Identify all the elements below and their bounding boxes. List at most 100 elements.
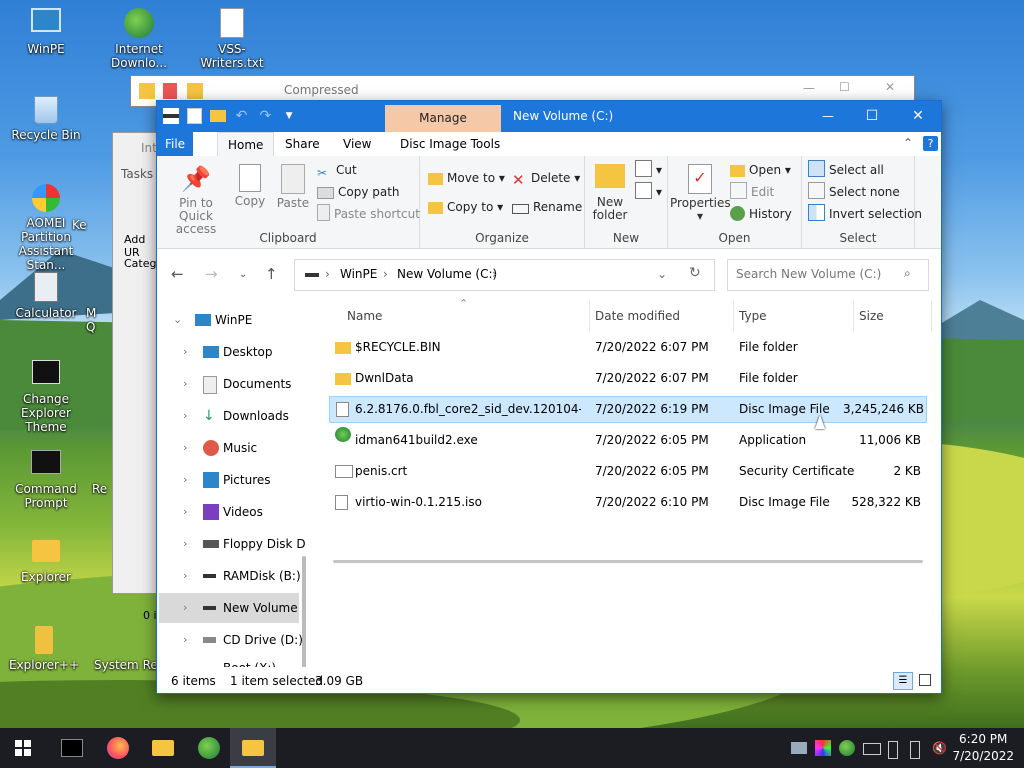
desktop-icon-command-prompt[interactable]: Command Prompt — [6, 450, 86, 510]
recent-locations-button[interactable]: ⌄ — [239, 269, 247, 280]
history-button[interactable]: History — [730, 204, 792, 224]
title-bar[interactable]: ↶ ↷ ▼ Manage New Volume (C:) — ☐ ✕ — [157, 101, 941, 132]
up-button[interactable]: ↑ — [265, 265, 278, 283]
file-row[interactable]: penis.crt 7/20/2022 6:05 PM Security Cer… — [329, 458, 927, 485]
move-to-button[interactable]: Move to ▾ — [428, 168, 505, 188]
column-name[interactable]: Name — [347, 309, 382, 323]
nav-item-pictures[interactable]: › Pictures — [157, 465, 307, 495]
select-none-button[interactable]: Select none — [808, 182, 900, 202]
chevron-right-icon[interactable]: › — [183, 465, 187, 495]
volume-muted-icon[interactable]: 🔇 — [932, 740, 948, 756]
desktop-icon-recycle-bin[interactable]: Recycle Bin — [6, 96, 86, 142]
file-row[interactable]: virtio-win-0.1.215.iso 7/20/2022 6:10 PM… — [329, 489, 927, 516]
tab-share[interactable]: Share — [275, 132, 330, 156]
nav-item-floppy[interactable]: › Floppy Disk D — [157, 529, 307, 559]
select-all-button[interactable]: Select all — [808, 160, 884, 180]
maximize-button[interactable]: ☐ — [849, 101, 895, 132]
delete-button[interactable]: ✕ Delete ▾ — [512, 168, 580, 188]
open-button[interactable]: Open ▾ — [730, 160, 791, 180]
nav-item-ramdisk[interactable]: › RAMDisk (B:) — [157, 561, 307, 591]
search-box[interactable]: Search New Volume (C:) ⌕ — [727, 259, 929, 291]
cut-button[interactable]: ✂ Cut — [317, 160, 357, 180]
chevron-right-icon[interactable]: › — [183, 625, 187, 655]
explorer-window[interactable]: ↶ ↷ ▼ Manage New Volume (C:) — ☐ ✕ File … — [156, 100, 942, 694]
tab-disc-image-tools[interactable]: Disc Image Tools — [390, 132, 510, 156]
taskbar-firefox[interactable] — [94, 728, 140, 768]
refresh-button[interactable]: ↻ — [689, 265, 701, 281]
desktop-icon-partial[interactable]: M Q — [86, 306, 112, 334]
desktop-icon-winpe[interactable]: WinPE — [6, 8, 86, 56]
new-folder-button[interactable]: New folder — [591, 164, 629, 222]
chevron-right-icon[interactable]: › — [183, 497, 187, 527]
phone-icon[interactable] — [910, 741, 920, 759]
copy-to-button[interactable]: Copy to ▾ — [428, 197, 503, 217]
taskbar-internet-download[interactable] — [186, 728, 232, 768]
color-icon[interactable] — [815, 740, 831, 756]
breadcrumb-new-volume[interactable]: New Volume (C:) — [397, 267, 497, 281]
start-button[interactable] — [0, 728, 46, 768]
nav-item-new-volume[interactable]: › New Volume ( — [159, 593, 299, 623]
idm-tray-icon[interactable] — [839, 740, 855, 756]
address-bar[interactable]: › WinPE › New Volume (C:) › ⌄ ↻ — [294, 259, 715, 291]
desktop-icon-partial[interactable]: Ke — [72, 218, 112, 232]
column-date[interactable]: Date modified — [595, 309, 680, 323]
desktop-icon-change-theme[interactable]: Change Explorer Theme — [0, 360, 92, 434]
desktop-icon-explorer-plus[interactable]: Explorer++ — [4, 626, 84, 672]
taskbar-explorer[interactable] — [140, 728, 186, 768]
nav-item-documents[interactable]: › Documents — [157, 369, 307, 399]
chevron-down-icon[interactable]: ⌄ — [173, 305, 182, 335]
taskbar-explorer-active[interactable] — [230, 728, 276, 768]
easy-access-button[interactable]: ▾ — [635, 182, 662, 202]
horizontal-scrollbar[interactable] — [333, 560, 923, 563]
chevron-down-icon[interactable]: ⌄ — [657, 267, 667, 281]
nav-scrollbar[interactable] — [302, 556, 306, 667]
edit-button[interactable]: Edit — [730, 182, 774, 202]
chevron-down-icon[interactable]: ▼ — [281, 108, 297, 124]
close-button[interactable]: ✕ — [885, 80, 895, 94]
invert-selection-button[interactable]: Invert selection — [808, 204, 922, 224]
chevron-right-icon[interactable]: › — [183, 561, 187, 591]
new-item-button[interactable]: ▾ — [635, 160, 662, 180]
minimize-button[interactable]: — — [805, 101, 851, 132]
nav-item-cd-drive[interactable]: › CD Drive (D:) — [157, 625, 307, 655]
back-button[interactable]: ← — [171, 265, 184, 283]
tab-file[interactable]: File — [157, 132, 193, 156]
large-icons-view-button[interactable] — [919, 674, 931, 686]
new-folder-icon[interactable] — [209, 110, 226, 122]
nav-item-desktop[interactable]: › Desktop — [157, 337, 307, 367]
network-icon[interactable] — [791, 742, 807, 754]
file-row[interactable]: DwnlData 7/20/2022 6:07 PM File folder — [329, 365, 927, 392]
clock[interactable]: 6:20 PM 7/20/2022 — [952, 731, 1014, 765]
copy-path-button[interactable]: Copy path — [317, 182, 400, 202]
chevron-right-icon[interactable]: › — [183, 401, 187, 431]
paste-shortcut-button[interactable]: Paste shortcut — [317, 204, 420, 224]
undo-icon[interactable]: ↶ — [233, 108, 249, 124]
desktop-icon-calculator[interactable]: Calculator — [6, 272, 86, 320]
tab-view[interactable]: View — [333, 132, 381, 156]
nav-item-boot[interactable]: Boot (X:) — [157, 653, 307, 667]
properties-button[interactable]: ✓ Properties ▾ — [670, 164, 731, 223]
breadcrumb-winpe[interactable]: WinPE — [340, 267, 377, 281]
chevron-right-icon[interactable]: › — [183, 433, 187, 463]
chevron-right-icon[interactable]: › — [183, 369, 187, 399]
nav-item-winpe[interactable]: ⌄ WinPE — [157, 305, 307, 335]
column-size[interactable]: Size — [859, 309, 884, 323]
help-icon[interactable]: ? — [923, 136, 938, 151]
pin-to-quick-access-button[interactable]: 📌 Pin to Quick access — [161, 164, 231, 236]
file-row[interactable]: idman641build2.exe 7/20/2022 6:05 PM App… — [329, 427, 927, 454]
tab-home[interactable]: Home — [217, 132, 275, 157]
desktop-icon-explorer[interactable]: Explorer — [6, 540, 86, 584]
chevron-right-icon[interactable]: › — [183, 593, 187, 623]
maximize-button[interactable]: ☐ — [839, 80, 850, 94]
nav-item-music[interactable]: › Music — [157, 433, 307, 463]
taskbar-command-prompt[interactable] — [48, 728, 94, 768]
desktop-icon-vss-writers[interactable]: VSS-Writers.txt — [192, 8, 272, 70]
redo-icon[interactable]: ↷ — [257, 108, 273, 124]
nav-item-downloads[interactable]: › ↓ Downloads — [157, 401, 307, 431]
properties-icon[interactable] — [186, 108, 202, 124]
chevron-right-icon[interactable]: › — [183, 337, 187, 367]
desktop-icon-internet-download[interactable]: Internet Downlo... — [99, 8, 179, 70]
minimize-button[interactable]: — — [803, 81, 815, 95]
usb-icon[interactable] — [888, 741, 898, 759]
forward-button[interactable]: → — [205, 265, 218, 283]
